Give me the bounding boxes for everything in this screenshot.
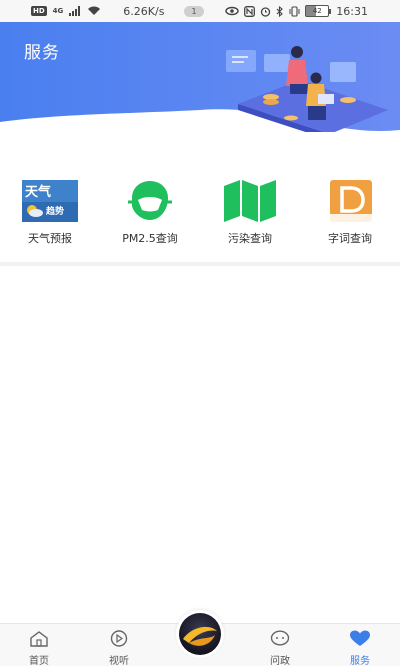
service-pollution[interactable]: 污染查询 [210, 180, 290, 246]
home-icon [30, 631, 48, 647]
mask-icon [122, 180, 178, 222]
nav-inquiry[interactable]: 问政 [250, 630, 310, 667]
banner-illustration [0, 22, 400, 132]
nfc-icon [244, 5, 256, 17]
app-logo-icon [179, 613, 221, 655]
service-label: 污染查询 [228, 232, 272, 245]
nav-label: 首页 [29, 656, 49, 667]
eye-icon [225, 6, 239, 16]
signal-badge: 4G [52, 7, 64, 15]
battery-icon: 42 [305, 5, 332, 17]
battery-level: 42 [312, 7, 322, 15]
service-label: 天气预报 [28, 232, 72, 245]
notification-count: 1 [184, 5, 204, 17]
nav-home[interactable]: 首页 [9, 630, 69, 667]
weather-forecast-icon: 天气 趋势 [22, 180, 78, 222]
service-dictionary[interactable]: 字词查询 [310, 180, 390, 246]
services-grid: 天气 趋势 天气预报 PM2.5查询 污染查询 字词查询 [0, 180, 400, 250]
service-label: PM2.5查询 [122, 232, 178, 245]
vibrate-icon [289, 5, 300, 17]
clock: 16:31 [336, 4, 368, 18]
dictionary-icon [322, 180, 378, 222]
service-pm25[interactable]: PM2.5查询 [110, 180, 190, 246]
nav-label: 问政 [270, 656, 290, 667]
service-label: 字词查询 [328, 232, 372, 245]
hd-badge: HD [31, 6, 47, 16]
heart-icon [350, 630, 370, 646]
header-banner: 服务 [0, 22, 400, 132]
nav-label: 视听 [109, 656, 129, 667]
weather-icon-text-bottom: 趋势 [46, 207, 65, 217]
play-icon [110, 630, 128, 647]
network-speed: 6.26K/s [123, 4, 165, 18]
signal-bars-icon [69, 6, 81, 16]
map-icon [222, 180, 278, 222]
status-bar: HD 4G 6.26K/s 1 42 16:31 [0, 0, 400, 22]
page-title: 服务 [24, 43, 60, 63]
alarm-icon [261, 6, 271, 17]
center-logo-button[interactable] [176, 610, 224, 658]
bluetooth-icon [276, 5, 284, 17]
chat-icon [270, 630, 290, 646]
wifi-icon [88, 6, 101, 15]
service-weather-forecast[interactable]: 天气 趋势 天气预报 [10, 180, 90, 246]
nav-video[interactable]: 视听 [89, 630, 149, 667]
weather-icon-text-top: 天气 [25, 185, 52, 200]
section-divider [0, 262, 400, 266]
bottom-nav: 首页 视听 问政 服务 [0, 610, 400, 667]
nav-label: 服务 [350, 656, 370, 667]
nav-services[interactable]: 服务 [330, 630, 390, 667]
